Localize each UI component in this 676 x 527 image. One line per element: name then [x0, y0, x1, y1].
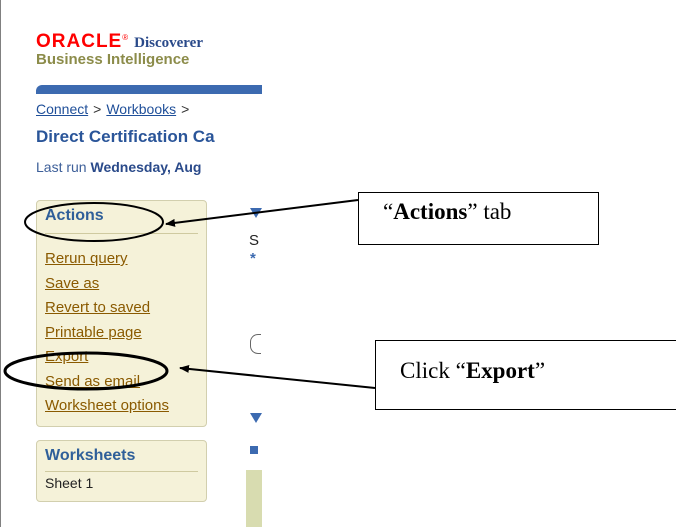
actions-highlight-ellipse [24, 202, 164, 242]
annotation-overlay [3, 199, 376, 391]
export-pointer-arrow [179, 364, 376, 389]
export-highlight-ellipse [3, 351, 169, 391]
actions-pointer-arrow [165, 199, 359, 227]
